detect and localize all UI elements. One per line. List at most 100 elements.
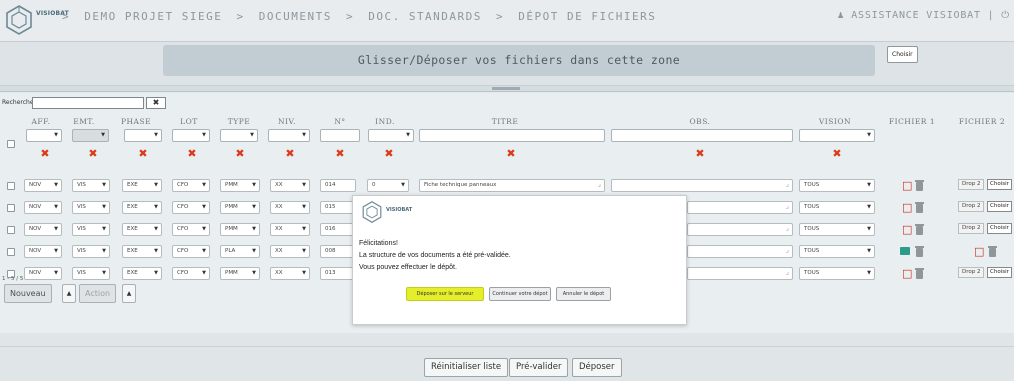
clear-filter-obs-icon[interactable]: ✖ bbox=[694, 147, 706, 160]
cell-aff[interactable]: NOV bbox=[24, 267, 62, 280]
search-clear-button[interactable]: ✖ bbox=[146, 97, 166, 109]
cell-emt[interactable]: VIS bbox=[72, 179, 110, 192]
cell-type[interactable]: PMM bbox=[220, 179, 260, 192]
delete-file-icon[interactable] bbox=[915, 202, 924, 213]
cell-obs[interactable] bbox=[687, 223, 793, 236]
filter-titre[interactable] bbox=[419, 129, 605, 142]
pdf-file-2-icon[interactable]: □ bbox=[974, 246, 984, 257]
col-header-lot[interactable]: LOT bbox=[176, 117, 202, 126]
col-header-vision[interactable]: VISION bbox=[815, 117, 855, 126]
col-header-niv[interactable]: NIV. bbox=[272, 117, 302, 126]
filter-lot[interactable] bbox=[172, 129, 210, 142]
cancel-deposit-button[interactable]: Annuler le dépot bbox=[556, 287, 611, 301]
new-button[interactable]: Nouveau bbox=[4, 284, 52, 303]
continue-deposit-button[interactable]: Continuer votre dépot bbox=[489, 287, 551, 301]
breadcrumb-documents[interactable]: DOCUMENTS bbox=[259, 10, 332, 23]
filter-obs[interactable] bbox=[611, 129, 793, 142]
cell-obs[interactable] bbox=[687, 245, 793, 258]
cell-lot[interactable]: CFO bbox=[172, 223, 210, 236]
choose-file-2-button[interactable]: Choisir bbox=[987, 201, 1012, 212]
choose-file-2-button[interactable]: Choisir bbox=[987, 179, 1012, 190]
panel-splitter[interactable] bbox=[0, 86, 1014, 92]
visiobat-logo-icon[interactable] bbox=[4, 4, 34, 36]
clear-filter-aff-icon[interactable]: ✖ bbox=[39, 147, 51, 160]
row-checkbox[interactable] bbox=[7, 182, 15, 190]
prevalidate-button[interactable]: Pré-valider bbox=[509, 358, 569, 377]
cell-type[interactable]: PMM bbox=[220, 201, 260, 214]
cell-phase[interactable]: EXE bbox=[122, 223, 162, 236]
cell-lot[interactable]: CFO bbox=[172, 267, 210, 280]
choose-file-button[interactable]: Choisir bbox=[887, 46, 918, 63]
col-header-type[interactable]: TYPE bbox=[224, 117, 254, 126]
cell-obs[interactable] bbox=[687, 267, 793, 280]
filter-ind[interactable] bbox=[368, 129, 414, 142]
pdf-file-icon[interactable]: □ bbox=[902, 224, 912, 235]
clear-filter-type-icon[interactable]: ✖ bbox=[234, 147, 246, 160]
cell-niv[interactable]: XX bbox=[270, 267, 310, 280]
cell-num[interactable]: 015 bbox=[320, 201, 356, 214]
cell-niv[interactable]: XX bbox=[270, 179, 310, 192]
drop-zone-2[interactable]: Drop 2 bbox=[958, 267, 985, 278]
action-button[interactable]: Action bbox=[79, 284, 117, 303]
cell-niv[interactable]: XX bbox=[270, 223, 310, 236]
cell-phase[interactable]: EXE bbox=[122, 179, 162, 192]
cell-niv[interactable]: XX bbox=[270, 245, 310, 258]
power-icon[interactable]: ⏻ bbox=[1001, 10, 1010, 21]
delete-file-icon[interactable] bbox=[915, 224, 924, 235]
cell-vision[interactable]: TOUS bbox=[799, 223, 875, 236]
search-input[interactable] bbox=[32, 97, 144, 109]
breadcrumb-doc-standards[interactable]: DOC. STANDARDS bbox=[368, 10, 482, 23]
choose-file-2-button[interactable]: Choisir bbox=[987, 267, 1012, 278]
col-header-ind[interactable]: IND. bbox=[370, 117, 400, 126]
cell-vision[interactable]: TOUS bbox=[799, 201, 875, 214]
user-menu[interactable]: ♟ ASSISTANCE VISIOBAT | ⏻ bbox=[838, 10, 1010, 21]
row-checkbox[interactable] bbox=[7, 248, 15, 256]
cell-vision[interactable]: TOUS bbox=[799, 179, 875, 192]
col-header-aff[interactable]: AFF. bbox=[28, 117, 54, 126]
cell-num[interactable]: 013 bbox=[320, 267, 356, 280]
cell-num[interactable]: 008 bbox=[320, 245, 356, 258]
cell-lot[interactable]: CFO bbox=[172, 179, 210, 192]
select-all-checkbox[interactable] bbox=[7, 140, 15, 148]
delete-file-2-icon[interactable] bbox=[988, 246, 997, 257]
cell-niv[interactable]: XX bbox=[270, 201, 310, 214]
filter-phase[interactable] bbox=[124, 129, 162, 142]
cell-ind[interactable]: 0 bbox=[367, 179, 409, 192]
col-header-obs[interactable]: OBS. bbox=[685, 117, 715, 126]
cell-emt[interactable]: VIS bbox=[72, 245, 110, 258]
action-menu-arrow-icon[interactable]: ▲ bbox=[122, 284, 136, 303]
file-dropzone[interactable]: Glisser/Déposer vos fichiers dans cette … bbox=[163, 45, 875, 76]
filter-niv[interactable] bbox=[268, 129, 310, 142]
image-file-icon[interactable] bbox=[900, 247, 910, 255]
filter-aff[interactable] bbox=[26, 129, 62, 142]
cell-aff[interactable]: NOV bbox=[24, 201, 62, 214]
cell-titre[interactable]: Fiche technique panneaux bbox=[419, 179, 605, 192]
row-checkbox[interactable] bbox=[7, 204, 15, 212]
pdf-file-icon[interactable]: □ bbox=[902, 202, 912, 213]
clear-filter-ind-icon[interactable]: ✖ bbox=[383, 147, 395, 160]
clear-filter-titre-icon[interactable]: ✖ bbox=[505, 147, 517, 160]
filter-type[interactable] bbox=[220, 129, 258, 142]
cell-type[interactable]: PMM bbox=[220, 223, 260, 236]
cell-type[interactable]: PMM bbox=[220, 267, 260, 280]
cell-vision[interactable]: TOUS bbox=[799, 245, 875, 258]
drop-zone-2[interactable]: Drop 2 bbox=[958, 179, 985, 190]
col-header-phase[interactable]: PHASE bbox=[120, 117, 152, 126]
cell-aff[interactable]: NOV bbox=[24, 179, 62, 192]
reset-list-button[interactable]: Réinitialiser liste bbox=[424, 358, 509, 377]
cell-emt[interactable]: VIS bbox=[72, 201, 110, 214]
deposit-on-server-button[interactable]: Déposer sur le serveur bbox=[406, 287, 484, 301]
clear-filter-lot-icon[interactable]: ✖ bbox=[186, 147, 198, 160]
cell-emt[interactable]: VIS bbox=[72, 223, 110, 236]
col-header-titre[interactable]: TITRE bbox=[485, 117, 525, 126]
pdf-file-icon[interactable]: □ bbox=[902, 180, 912, 191]
new-menu-arrow-icon[interactable]: ▲ bbox=[62, 284, 76, 303]
row-checkbox[interactable] bbox=[7, 226, 15, 234]
clear-filter-niv-icon[interactable]: ✖ bbox=[284, 147, 296, 160]
cell-phase[interactable]: EXE bbox=[122, 267, 162, 280]
cell-obs[interactable] bbox=[611, 179, 793, 192]
filter-vision[interactable] bbox=[799, 129, 875, 142]
delete-file-icon[interactable] bbox=[915, 180, 924, 191]
cell-type[interactable]: PLA bbox=[220, 245, 260, 258]
col-header-emt[interactable]: EMT. bbox=[71, 117, 97, 126]
